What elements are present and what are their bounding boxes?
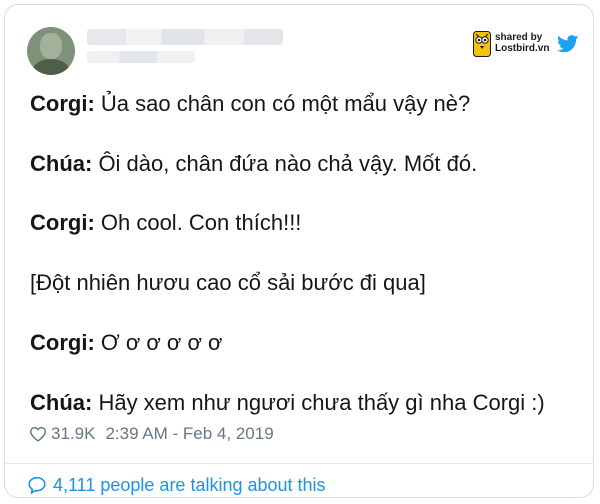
speaker-label: Corgi: [30,91,95,116]
tweet-meta: 31.9K 2:39 AM - Feb 4, 2019 [29,423,274,445]
tweet-line: [Đột nhiên hươu cao cổ sải bước đi qua] [30,270,426,296]
user-avatar-icon[interactable] [27,27,75,75]
line-text: Ủa sao chân con có một mẩu vậy nè? [94,91,471,116]
line-text: Ơ ơ ơ ơ ơ ơ [94,330,223,355]
twitter-bird-icon[interactable] [557,35,579,58]
speaker-label: Corgi: [30,330,95,355]
blurred-username [87,51,195,63]
line-text: Ôi dào, chân đứa nào chả vậy. Mốt đó. [92,151,478,176]
tweet-timestamp[interactable]: 2:39 AM - Feb 4, 2019 [105,424,273,444]
line-text: Oh cool. Con thích!!! [94,210,302,235]
shared-by-site: Lostbird.vn [495,43,550,54]
heart-icon[interactable] [29,426,47,442]
tweet-line: Chúa: Hãy xem như ngươi chưa thấy gì nha… [30,390,545,416]
speaker-label: Chúa: [30,151,93,176]
speaker-label: Corgi: [30,210,95,235]
shared-by-label: shared by [495,32,543,43]
speaker-label: Chúa: [30,390,93,415]
tweet-line: Corgi: Ủa sao chân con có một mẩu vậy nè… [30,91,470,117]
tweet-line: Corgi: Oh cool. Con thích!!! [30,210,301,236]
tweet-line: Chúa: Ôi dào, chân đứa nào chả vậy. Mốt … [30,151,477,177]
blurred-display-name [87,29,283,45]
tweet-card: shared by Lostbird.vn Corgi: Ủa sao chân… [4,4,594,498]
divider [5,463,593,464]
talking-about-link[interactable]: 4,111 people are talking about this [27,473,326,497]
shared-by-badge[interactable]: shared by Lostbird.vn [473,29,555,59]
lostbird-logo-icon [473,31,491,62]
comment-icon [27,476,47,494]
tweet-line: Corgi: Ơ ơ ơ ơ ơ ơ [30,330,222,356]
line-text: [Đột nhiên hươu cao cổ sải bước đi qua] [30,270,426,295]
line-text: Hãy xem như ngươi chưa thấy gì nha Corgi… [92,390,545,415]
like-count[interactable]: 31.9K [51,424,95,444]
talking-about-text[interactable]: 4,111 people are talking about this [53,475,326,496]
